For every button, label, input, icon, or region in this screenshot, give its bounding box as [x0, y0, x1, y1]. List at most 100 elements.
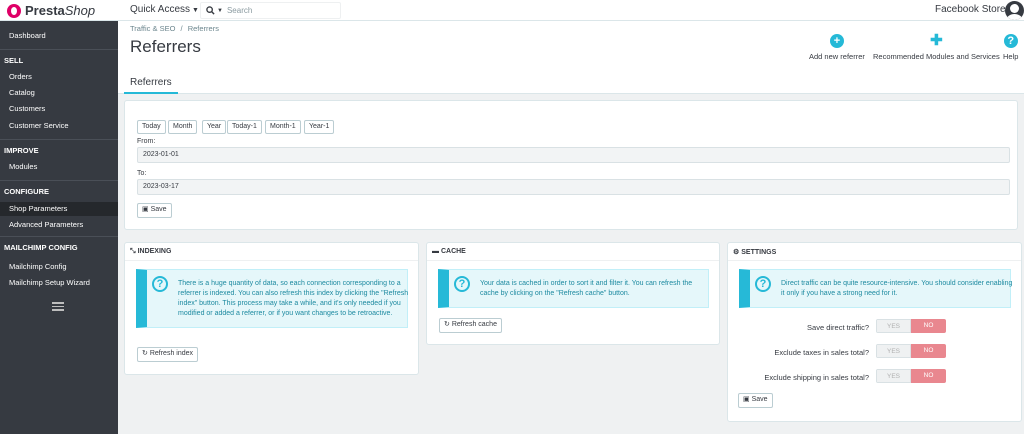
sidebar-item-mailchimp-setup-wizard[interactable]: Mailchimp Setup Wizard	[0, 276, 118, 290]
switch-no[interactable]: NO	[911, 344, 946, 358]
logo-text-presta: Presta	[25, 3, 65, 18]
switch-yes[interactable]: YES	[876, 344, 911, 358]
sidebar-divider	[0, 180, 118, 181]
sidebar-section-mailchimp-config: MAILCHIMP CONFIG	[4, 243, 78, 252]
cache-title: CACHE	[440, 248, 466, 255]
breadcrumb: Traffic & SEO / Referrers	[130, 24, 219, 33]
store-name[interactable]: Facebook Store	[935, 4, 1006, 15]
caret-down-icon[interactable]: ▼	[217, 8, 223, 14]
quick-access-dropdown[interactable]: Quick Access ▼	[130, 4, 199, 15]
sidebar-item-advanced-parameters[interactable]: Advanced Parameters	[0, 218, 118, 232]
panel-divider	[125, 260, 418, 261]
indexing-info-alert: ? There is a huge quantity of data, so e…	[136, 269, 408, 328]
range-month-button[interactable]: Month	[168, 120, 198, 134]
sidebar-item-modules[interactable]: Modules	[0, 160, 118, 174]
question-icon: ?	[755, 276, 771, 292]
breadcrumb-separator: /	[180, 24, 183, 33]
range-month-1-button[interactable]: Month-1	[265, 120, 301, 134]
from-label: From:	[137, 138, 156, 145]
user-avatar-icon[interactable]	[1005, 1, 1024, 20]
switch-no[interactable]: NO	[911, 369, 946, 383]
floppy-disk-icon: ▣	[142, 206, 149, 213]
range-today-1-button[interactable]: Today-1	[227, 120, 262, 134]
fullscreen-icon: ⤡	[130, 248, 136, 255]
indexing-title: INDEXING	[137, 248, 172, 255]
cache-message: Your data is cached in order to sort it …	[480, 280, 693, 297]
panel-divider	[728, 260, 1021, 261]
save-settings-button[interactable]: ▣ Save	[738, 393, 773, 408]
refresh-index-label: Refresh index	[149, 350, 194, 357]
sidebar-section-sell: SELL	[4, 56, 24, 65]
sidebar-item-customer-service[interactable]: Customer Service	[0, 119, 118, 133]
panel-divider	[427, 260, 719, 261]
cache-panel-heading: ▬ CACHE	[432, 248, 466, 255]
range-year-button[interactable]: Year	[202, 120, 227, 134]
refresh-icon: ↻	[142, 350, 148, 357]
logo-text-shop: Shop	[64, 3, 96, 18]
caret-down-icon: ▼	[192, 7, 199, 14]
range-today-button[interactable]: Today	[137, 120, 166, 134]
puzzle-icon: ✚	[930, 32, 943, 49]
breadcrumb-traffic-seo[interactable]: Traffic & SEO	[130, 24, 175, 33]
save-dates-label: Save	[150, 206, 167, 213]
exclude-taxes-switch[interactable]: YES NO	[876, 344, 946, 358]
top-header: PrestaShop Quick Access▼ ▼ Facebook Stor…	[0, 0, 1024, 21]
exclude-shipping-label: Exclude shipping in sales total?	[764, 373, 869, 382]
quick-access-label: Quick Access	[130, 4, 191, 15]
add-circle-icon: +	[829, 34, 844, 48]
settings-message: Direct traffic can be quite resource-int…	[781, 280, 1013, 297]
refresh-cache-button[interactable]: ↻ Refresh cache	[439, 318, 502, 333]
settings-info-alert: ? Direct traffic can be quite resource-i…	[739, 269, 1013, 308]
refresh-cache-label: Refresh cache	[451, 321, 497, 328]
floppy-disk-icon: ▣	[743, 396, 750, 403]
sidebar-item-shop-parameters[interactable]: Shop Parameters	[0, 202, 118, 216]
exclude-shipping-switch[interactable]: YES NO	[876, 369, 946, 383]
exclude-taxes-label: Exclude taxes in sales total?	[774, 348, 869, 357]
gear-icon: ⚙	[733, 249, 740, 256]
page-header: Traffic & SEO / Referrers Referrers + Ad…	[118, 21, 1024, 94]
cache-info-alert: ? Your data is cached in order to sort i…	[438, 269, 709, 308]
help-label: Help	[1003, 52, 1019, 61]
settings-panel-heading: ⚙ SETTINGS	[733, 248, 776, 256]
sidebar-divider	[0, 236, 118, 237]
prestashop-logo[interactable]: PrestaShop	[7, 3, 95, 18]
cache-panel: ▬ CACHE ? Your data is cached in order t…	[426, 242, 720, 345]
page-title: Referrers	[130, 37, 201, 56]
sidebar: Dashboard SELL Orders Catalog Customers …	[0, 21, 118, 434]
indexing-panel-heading: ⤡ INDEXING	[130, 248, 171, 256]
from-date-field[interactable]: 2023-01-01	[137, 147, 1010, 163]
add-new-referrer-label: Add new referrer	[809, 52, 865, 61]
settings-panel: ⚙ SETTINGS ? Direct traffic can be quite…	[727, 242, 1022, 422]
recommended-modules-button[interactable]: ✚ Recommended Modules and Services	[873, 32, 1000, 61]
breadcrumb-current: Referrers	[187, 24, 219, 33]
range-year-1-button[interactable]: Year-1	[304, 120, 335, 134]
menu-collapse-icon[interactable]	[52, 302, 64, 311]
refresh-index-button[interactable]: ↻ Refresh index	[137, 347, 199, 362]
save-direct-traffic-switch[interactable]: YES NO	[876, 319, 946, 333]
sidebar-divider	[0, 49, 118, 50]
sidebar-item-dashboard[interactable]: Dashboard	[0, 29, 118, 43]
search-box: ▼	[200, 2, 341, 19]
add-new-referrer-button[interactable]: + Add new referrer	[809, 34, 865, 61]
indexing-panel: ⤡ INDEXING ? There is a huge quantity of…	[124, 242, 419, 375]
save-dates-button[interactable]: ▣ Save	[137, 203, 172, 218]
save-direct-traffic-label: Save direct traffic?	[807, 323, 869, 332]
save-settings-label: Save	[751, 396, 768, 403]
search-input[interactable]	[226, 6, 327, 15]
question-icon: ?	[152, 276, 168, 292]
to-date-field[interactable]: 2023-03-17	[137, 179, 1010, 195]
switch-yes[interactable]: YES	[876, 369, 911, 383]
sidebar-item-customers[interactable]: Customers	[0, 102, 118, 116]
sidebar-item-mailchimp-config[interactable]: Mailchimp Config	[0, 260, 118, 274]
sidebar-item-orders[interactable]: Orders	[0, 70, 118, 84]
to-label: To:	[137, 170, 147, 177]
tab-referrers[interactable]: Referrers	[124, 76, 178, 94]
sidebar-item-catalog[interactable]: Catalog	[0, 86, 118, 100]
switch-no[interactable]: NO	[911, 319, 946, 333]
refresh-icon: ↻	[444, 321, 450, 328]
indexing-message: There is a huge quantity of data, so eac…	[178, 280, 409, 317]
sidebar-section-improve: IMPROVE	[4, 146, 39, 155]
help-button[interactable]: ? Help	[1003, 34, 1018, 61]
switch-yes[interactable]: YES	[876, 319, 911, 333]
question-icon: ?	[454, 276, 470, 292]
